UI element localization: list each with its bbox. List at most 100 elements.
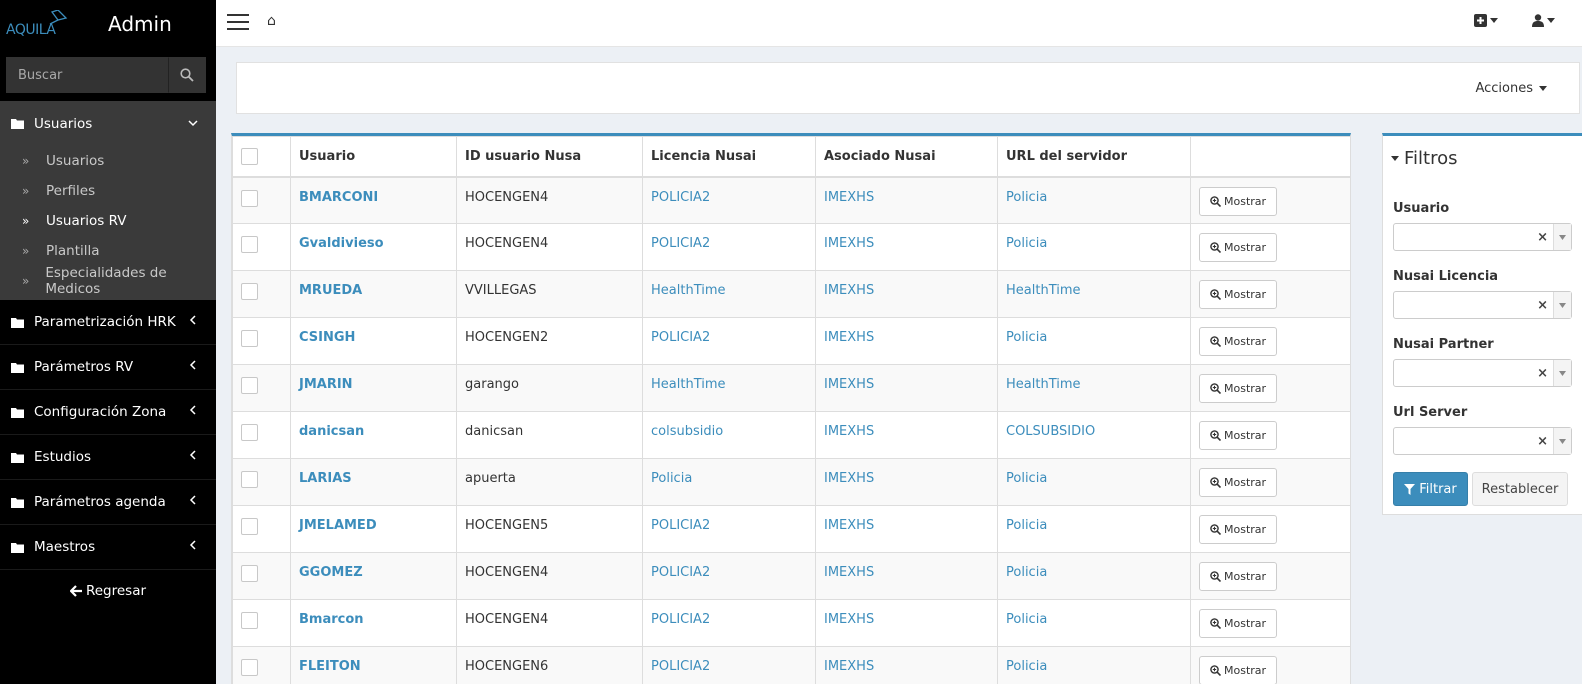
show-button[interactable]: Mostrar <box>1199 186 1278 216</box>
show-button[interactable]: Mostrar <box>1199 280 1278 309</box>
row-checkbox[interactable] <box>241 424 258 441</box>
sidebar-item-parametrizacion-hrk[interactable]: Parametrización HRK <box>0 300 216 345</box>
cell-link[interactable]: IMEXHS <box>824 190 874 205</box>
cell-link[interactable]: Policia <box>1006 518 1047 533</box>
sidebar-item-usuarios[interactable]: Usuarios <box>0 101 216 146</box>
column-header-id-usuario-nusa[interactable]: ID usuario Nusa <box>456 136 643 178</box>
cell-link[interactable]: HealthTime <box>1006 283 1081 298</box>
cell-link[interactable]: IMEXHS <box>824 424 874 439</box>
cell-link[interactable]: HealthTime <box>651 377 726 392</box>
clear-icon[interactable]: × <box>1537 366 1548 381</box>
cell-link[interactable]: Policia <box>1006 190 1047 205</box>
cell-link[interactable]: POLICIA2 <box>651 612 710 627</box>
sidebar-subitem-perfiles[interactable]: » Perfiles <box>0 176 216 206</box>
cell-link[interactable]: colsubsidio <box>651 424 723 439</box>
user-menu-button[interactable] <box>1532 14 1555 27</box>
search-button[interactable] <box>168 57 206 93</box>
row-checkbox[interactable] <box>241 518 258 535</box>
cell-link[interactable]: Policia <box>1006 236 1047 251</box>
cell-link[interactable]: Gvaldivieso <box>299 236 384 251</box>
cell-link[interactable]: IMEXHS <box>824 236 874 251</box>
row-checkbox[interactable] <box>241 236 258 253</box>
filter-select-nusai-partner[interactable]: × <box>1393 359 1572 387</box>
sidebar-item-maestros[interactable]: Maestros <box>0 525 216 570</box>
filter-select-url-server[interactable]: × <box>1393 427 1572 455</box>
cell-link[interactable]: LARIAS <box>299 471 352 486</box>
cell-link[interactable]: CSINGH <box>299 330 355 345</box>
clear-icon[interactable]: × <box>1537 434 1548 449</box>
sidebar-subitem-plantilla[interactable]: » Plantilla <box>0 236 216 266</box>
row-checkbox[interactable] <box>241 330 258 347</box>
cell-link[interactable]: IMEXHS <box>824 330 874 345</box>
cell-link[interactable]: POLICIA2 <box>651 190 710 205</box>
cell-link[interactable]: IMEXHS <box>824 518 874 533</box>
add-menu-button[interactable] <box>1474 14 1498 27</box>
row-checkbox[interactable] <box>241 283 258 300</box>
sidebar-subitem-usuarios-rv[interactable]: » Usuarios RV <box>0 206 216 236</box>
aquila-logo[interactable]: AQUILA <box>6 10 68 38</box>
cell-link[interactable]: POLICIA2 <box>651 236 710 251</box>
cell-link[interactable]: HealthTime <box>1006 377 1081 392</box>
row-checkbox[interactable] <box>241 659 258 676</box>
cell-link[interactable]: IMEXHS <box>824 565 874 580</box>
cell-link[interactable]: IMEXHS <box>824 377 874 392</box>
cell-link[interactable]: COLSUBSIDIO <box>1006 424 1095 439</box>
column-header-asociado-nusai[interactable]: Asociado Nusai <box>815 136 998 178</box>
row-checkbox[interactable] <box>241 189 258 207</box>
cell-link[interactable]: Policia <box>1006 471 1047 486</box>
cell-link[interactable]: MRUEDA <box>299 283 362 298</box>
sidebar-item-parametros-agenda[interactable]: Parámetros agenda <box>0 480 216 525</box>
sidebar-item-configuracion-zona[interactable]: Configuración Zona <box>0 390 216 435</box>
cell-link[interactable]: JMARIN <box>299 377 353 392</box>
acciones-dropdown[interactable]: Acciones <box>1475 81 1547 96</box>
cell-link[interactable]: IMEXHS <box>824 612 874 627</box>
filters-toggle[interactable]: Filtros <box>1391 148 1458 169</box>
sidebar-item-parametros-rv[interactable]: Parámetros RV <box>0 345 216 390</box>
cell-link[interactable]: POLICIA2 <box>651 659 710 674</box>
select-all-checkbox[interactable] <box>241 148 258 165</box>
clear-icon[interactable]: × <box>1537 230 1548 245</box>
cell-link[interactable]: Policia <box>1006 565 1047 580</box>
column-header-licencia-nusai[interactable]: Licencia Nusai <box>642 136 816 178</box>
show-button[interactable]: Mostrar <box>1199 609 1278 638</box>
row-checkbox[interactable] <box>241 612 258 629</box>
filter-button[interactable]: Filtrar <box>1393 472 1468 506</box>
cell-link[interactable]: IMEXHS <box>824 283 874 298</box>
reset-button[interactable]: Restablecer <box>1472 472 1568 506</box>
column-header-usuario[interactable]: Usuario <box>290 136 457 178</box>
cell-link[interactable]: FLEITON <box>299 659 361 674</box>
show-button[interactable]: Mostrar <box>1199 374 1278 403</box>
row-checkbox[interactable] <box>241 471 258 488</box>
dropdown-arrow-icon[interactable] <box>1553 428 1571 454</box>
cell-link[interactable]: JMELAMED <box>299 518 377 533</box>
sidebar-subitem-usuarios[interactable]: » Usuarios <box>0 146 216 176</box>
cell-link[interactable]: POLICIA2 <box>651 518 710 533</box>
back-link[interactable]: Regresar <box>0 570 216 612</box>
cell-link[interactable]: Bmarcon <box>299 612 364 627</box>
cell-link[interactable]: IMEXHS <box>824 659 874 674</box>
clear-icon[interactable]: × <box>1537 298 1548 313</box>
cell-link[interactable]: danicsan <box>299 424 364 439</box>
row-checkbox[interactable] <box>241 377 258 394</box>
row-checkbox[interactable] <box>241 565 258 582</box>
filter-select-nusai-licencia[interactable]: × <box>1393 291 1572 319</box>
menu-toggle-icon[interactable] <box>227 14 249 30</box>
sidebar-subitem-especialidades[interactable]: » Especialidades de Medicos <box>0 265 216 297</box>
search-input[interactable] <box>6 57 168 93</box>
dropdown-arrow-icon[interactable] <box>1553 224 1571 250</box>
show-button[interactable]: Mostrar <box>1199 656 1278 684</box>
cell-link[interactable]: IMEXHS <box>824 471 874 486</box>
show-button[interactable]: Mostrar <box>1199 233 1278 262</box>
show-button[interactable]: Mostrar <box>1199 515 1278 544</box>
dropdown-arrow-icon[interactable] <box>1553 360 1571 386</box>
show-button[interactable]: Mostrar <box>1199 562 1278 591</box>
home-icon[interactable]: ⌂ <box>267 13 276 29</box>
dropdown-arrow-icon[interactable] <box>1553 292 1571 318</box>
cell-link[interactable]: Policia <box>651 471 692 486</box>
cell-link[interactable]: POLICIA2 <box>651 565 710 580</box>
cell-link[interactable]: HealthTime <box>651 283 726 298</box>
cell-link[interactable]: POLICIA2 <box>651 330 710 345</box>
show-button[interactable]: Mostrar <box>1199 421 1278 450</box>
filter-select-usuario[interactable]: × <box>1393 223 1572 251</box>
cell-link[interactable]: Policia <box>1006 612 1047 627</box>
